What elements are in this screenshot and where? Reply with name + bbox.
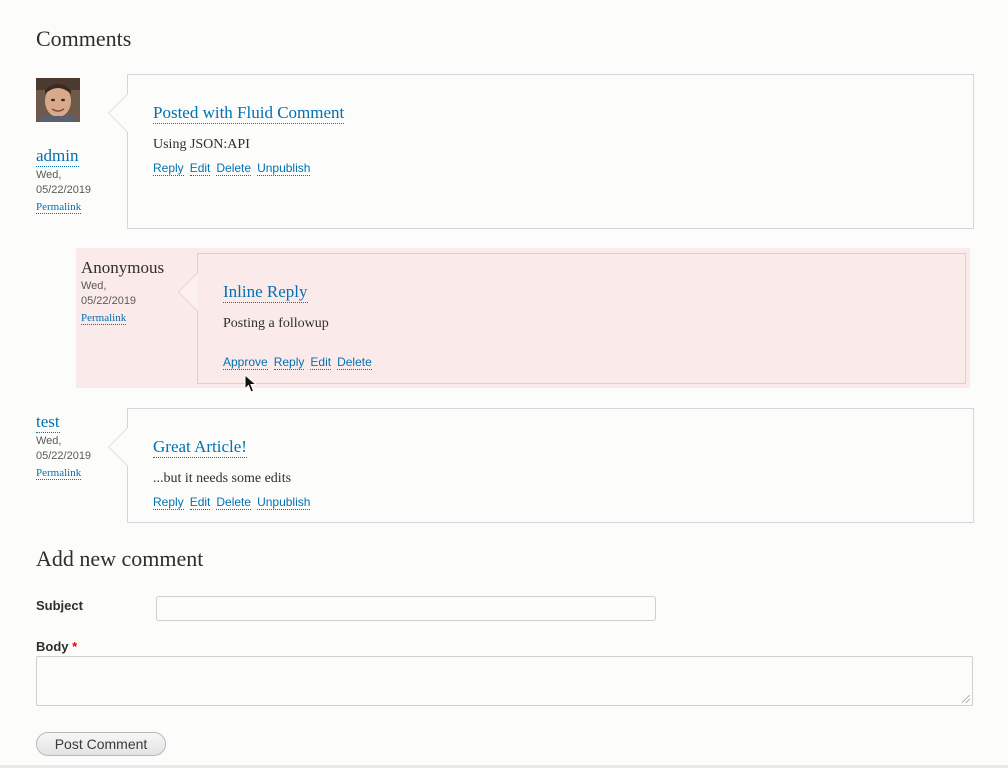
reply-link[interactable]: Reply xyxy=(273,355,305,370)
comment-permalink[interactable]: Permalink xyxy=(36,201,82,214)
subject-label: Subject xyxy=(36,598,83,613)
comment-links: Reply Edit Delete Unpublish xyxy=(153,161,311,176)
comment-title-link[interactable]: Posted with Fluid Comment xyxy=(153,103,345,124)
comment-body: Using JSON:API xyxy=(153,137,250,152)
comment-author-anonymous: Anonymous xyxy=(81,258,165,277)
comment-bubble: Posted with Fluid Comment Using JSON:API… xyxy=(108,74,974,229)
comment-body: Posting a followup xyxy=(223,316,329,331)
post-comment-button[interactable]: Post Comment xyxy=(36,732,166,756)
delete-link[interactable]: Delete xyxy=(216,495,252,510)
resize-handle-icon[interactable] xyxy=(962,695,970,703)
comment-permalink[interactable]: Permalink xyxy=(81,312,127,325)
approve-link[interactable]: Approve xyxy=(223,355,268,370)
comment-links: Approve Reply Edit Delete xyxy=(223,355,372,370)
comment-author-admin[interactable]: admin xyxy=(36,146,79,167)
bubble-arrow xyxy=(108,427,128,467)
body-textarea[interactable] xyxy=(36,656,973,706)
body-label: Body * xyxy=(36,639,77,654)
mouse-pointer-icon xyxy=(244,374,258,393)
comments-heading: Comments xyxy=(36,26,132,51)
comment-permalink[interactable]: Permalink xyxy=(36,467,82,480)
comment-links: Reply Edit Delete Unpublish xyxy=(153,495,311,510)
delete-link[interactable]: Delete xyxy=(337,355,372,370)
subject-input[interactable] xyxy=(156,596,656,621)
comment-bubble: Great Article! ...but it needs some edit… xyxy=(108,408,974,523)
unpublished-comment: Anonymous Wed, 05/22/2019 Permalink Inli… xyxy=(76,248,970,388)
bubble-arrow xyxy=(178,272,198,312)
add-comment-heading: Add new comment xyxy=(36,546,204,571)
comment-date: Wed, 05/22/2019 xyxy=(81,280,137,307)
comment-date: Wed, 05/22/2019 xyxy=(36,435,92,462)
bubble-arrow xyxy=(108,93,128,133)
unpublish-link[interactable]: Unpublish xyxy=(257,161,311,176)
edit-link[interactable]: Edit xyxy=(189,495,211,510)
reply-link[interactable]: Reply xyxy=(153,161,184,176)
required-marker: * xyxy=(72,639,78,654)
comment-title-link[interactable]: Great Article! xyxy=(153,437,247,458)
edit-link[interactable]: Edit xyxy=(189,161,211,176)
user-avatar[interactable] xyxy=(36,78,80,122)
comment-title-link[interactable]: Inline Reply xyxy=(223,282,308,303)
reply-link[interactable]: Reply xyxy=(153,495,184,510)
delete-link[interactable]: Delete xyxy=(216,161,252,176)
comment-body: ...but it needs some edits xyxy=(153,471,292,486)
unpublish-link[interactable]: Unpublish xyxy=(257,495,311,510)
body-label-text: Body xyxy=(36,639,69,654)
comment-bubble: Inline Reply Posting a followup Approve … xyxy=(178,253,966,384)
comment-author-test[interactable]: test xyxy=(36,412,60,433)
edit-link[interactable]: Edit xyxy=(310,355,332,370)
comment-date: Wed, 05/22/2019 xyxy=(36,169,92,196)
